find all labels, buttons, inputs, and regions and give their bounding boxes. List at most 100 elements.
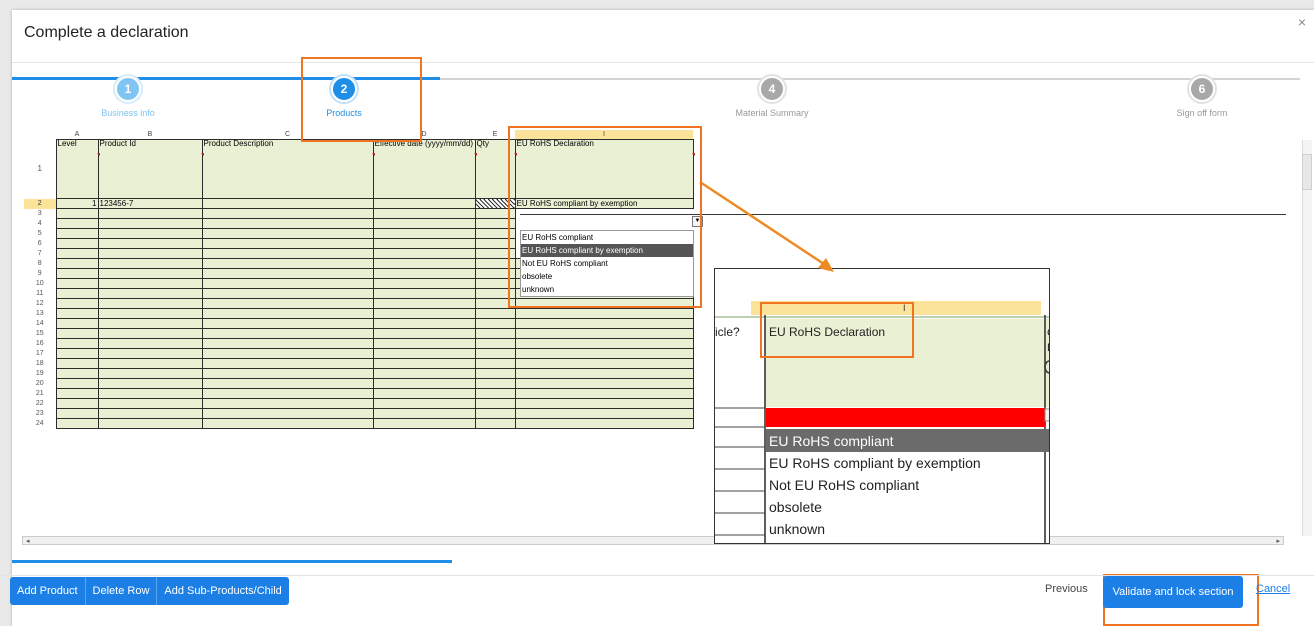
sheet-cell[interactable] — [55, 408, 99, 419]
sheet-cell[interactable] — [474, 368, 516, 379]
sheet-cell[interactable] — [514, 378, 694, 389]
sheet-cell[interactable] — [201, 258, 374, 269]
header-cell-effective-date[interactable]: Effective date (yyyy/mm/dd) — [372, 139, 476, 199]
sheet-cell[interactable] — [97, 408, 203, 419]
sheet-cell[interactable] — [55, 278, 99, 289]
sheet-cell[interactable] — [55, 418, 99, 429]
step-material-summary[interactable]: 4 Material Summary — [712, 76, 832, 118]
sheet-cell[interactable] — [97, 218, 203, 229]
sheet-cell[interactable] — [55, 308, 99, 319]
sheet-cell[interactable] — [97, 388, 203, 399]
sheet-cell[interactable] — [201, 338, 374, 349]
sheet-cell[interactable] — [55, 338, 99, 349]
sheet-cell[interactable] — [201, 208, 374, 219]
sheet-cell[interactable] — [97, 248, 203, 259]
sheet-cell[interactable] — [201, 348, 374, 359]
sheet-cell[interactable] — [372, 288, 476, 299]
sheet-cell[interactable] — [55, 258, 99, 269]
sheet-cell[interactable] — [474, 338, 516, 349]
sheet-cell[interactable] — [372, 218, 476, 229]
sheet-cell[interactable] — [372, 238, 476, 249]
sheet-cell[interactable] — [514, 328, 694, 339]
sheet-cell[interactable] — [372, 298, 476, 309]
sheet-cell[interactable] — [97, 318, 203, 329]
sheet-cell[interactable] — [514, 398, 694, 409]
sheet-cell[interactable] — [97, 228, 203, 239]
sheet-cell[interactable] — [201, 218, 374, 229]
sheet-cell[interactable] — [201, 408, 374, 419]
sheet-cell[interactable] — [97, 348, 203, 359]
sheet-cell[interactable] — [372, 268, 476, 279]
delete-row-button[interactable]: Delete Row — [86, 577, 158, 605]
sheet-cell[interactable] — [201, 398, 374, 409]
sheet-cell[interactable] — [97, 288, 203, 299]
sheet-cell[interactable] — [372, 258, 476, 269]
sheet-cell[interactable] — [97, 208, 203, 219]
cell-product-id[interactable]: 123456-7 — [97, 198, 203, 209]
sheet-cell[interactable] — [474, 358, 516, 369]
sheet-cell[interactable] — [55, 288, 99, 299]
sheet-cell[interactable] — [201, 268, 374, 279]
corner-cell[interactable] — [24, 130, 56, 140]
sheet-cell[interactable] — [201, 238, 374, 249]
sheet-cell[interactable] — [372, 338, 476, 349]
sheet-cell[interactable] — [97, 238, 203, 249]
sheet-cell[interactable] — [514, 308, 694, 319]
cell-effective-date[interactable] — [372, 198, 476, 209]
sheet-cell[interactable] — [97, 368, 203, 379]
sheet-cell[interactable] — [372, 248, 476, 259]
sheet-cell[interactable] — [201, 328, 374, 339]
sheet-cell[interactable] — [201, 308, 374, 319]
sheet-cell[interactable] — [474, 398, 516, 409]
column-letter[interactable]: A — [56, 130, 98, 140]
sheet-cell[interactable] — [514, 358, 694, 369]
add-product-button[interactable]: Add Product — [10, 577, 86, 605]
sheet-cell[interactable] — [372, 398, 476, 409]
sheet-cell[interactable] — [201, 248, 374, 259]
step-sign-off-form[interactable]: 6 Sign off form — [1142, 76, 1262, 118]
sheet-cell[interactable] — [201, 278, 374, 289]
sheet-cell[interactable] — [97, 328, 203, 339]
header-cell-product-description[interactable]: Product Description — [201, 139, 374, 199]
sheet-cell[interactable] — [474, 328, 516, 339]
sheet-cell[interactable] — [55, 248, 99, 259]
sheet-cell[interactable] — [201, 298, 374, 309]
sheet-cell[interactable] — [372, 228, 476, 239]
column-letter[interactable]: B — [98, 130, 202, 140]
sheet-cell[interactable] — [97, 308, 203, 319]
sheet-cell[interactable] — [514, 368, 694, 379]
sheet-cell[interactable] — [474, 408, 516, 419]
sheet-cell[interactable] — [514, 388, 694, 399]
sheet-cell[interactable] — [474, 378, 516, 389]
sheet-cell[interactable] — [474, 348, 516, 359]
sheet-cell[interactable] — [55, 228, 99, 239]
sheet-cell[interactable] — [514, 408, 694, 419]
vertical-scrollbar[interactable] — [1302, 140, 1312, 536]
sheet-cell[interactable] — [55, 208, 99, 219]
sheet-cell[interactable] — [514, 418, 694, 429]
validate-and-lock-button[interactable]: Validate and lock section — [1103, 576, 1243, 608]
sheet-cell[interactable] — [97, 298, 203, 309]
sheet-cell[interactable] — [372, 368, 476, 379]
sheet-cell[interactable] — [55, 268, 99, 279]
cell-product-description[interactable] — [201, 198, 374, 209]
sheet-cell[interactable] — [514, 318, 694, 329]
sheet-cell[interactable] — [55, 328, 99, 339]
sheet-cell[interactable] — [201, 368, 374, 379]
sheet-cell[interactable] — [55, 218, 99, 229]
sheet-cell[interactable] — [372, 318, 476, 329]
sheet-cell[interactable] — [55, 388, 99, 399]
sheet-cell[interactable] — [372, 418, 476, 429]
step-business-info[interactable]: 1 Business info — [68, 76, 188, 118]
sheet-cell[interactable] — [201, 418, 374, 429]
sheet-cell[interactable] — [55, 298, 99, 309]
cancel-link[interactable]: Cancel — [1256, 583, 1290, 595]
sheet-cell[interactable] — [372, 378, 476, 389]
sheet-cell[interactable] — [514, 348, 694, 359]
sheet-cell[interactable] — [97, 258, 203, 269]
sheet-cell[interactable] — [97, 268, 203, 279]
cell-level[interactable]: 1 — [55, 198, 99, 209]
horizontal-scrollbar[interactable]: ◂ ▸ — [22, 536, 1284, 545]
sheet-cell[interactable] — [474, 388, 516, 399]
sheet-cell[interactable] — [372, 358, 476, 369]
